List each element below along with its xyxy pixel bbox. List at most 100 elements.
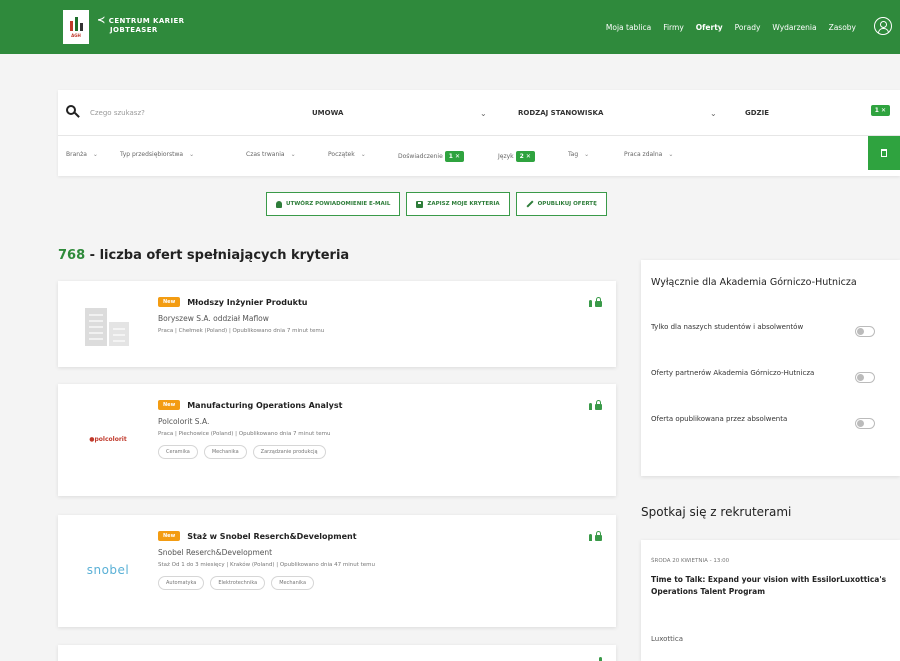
action-buttons: UTWÓRZ POWIADOMIENIE E-MAIL ZAPISZ MOJE … — [266, 192, 607, 216]
job-tags: Ceramika Mechanika Zarządzanie produkcją — [158, 445, 576, 459]
lock-icon — [595, 400, 602, 410]
nav-resources[interactable]: Zasoby — [829, 23, 856, 32]
job-tag[interactable]: Mechanika — [271, 576, 315, 590]
company-logo: ●polcolorit — [89, 435, 127, 443]
position-type-dropdown-label: RODZAJ STANOWISKA — [518, 109, 604, 117]
chevron-down-icon: ⌄ — [92, 151, 98, 158]
location-count-badge[interactable]: 1 ✕ — [870, 105, 890, 116]
job-meta: Praca | Chełmek (Poland) | Opublikowano … — [158, 328, 325, 334]
event-title[interactable]: Time to Talk: Expand your vision with Es… — [651, 574, 891, 598]
filter-language[interactable]: Język 2 ✕ — [498, 151, 535, 162]
chevron-down-icon: ⌄ — [668, 151, 674, 158]
pin-icon — [589, 533, 592, 541]
toggle-row: Oferty partnerów Akademia Górniczo-Hutni… — [651, 368, 891, 383]
results-count-text: - liczba ofert spełniających kryteria — [85, 248, 350, 263]
filter-tag[interactable]: Tag ⌄ — [568, 151, 589, 158]
search-icon[interactable] — [66, 105, 80, 119]
save-icon — [416, 200, 424, 208]
events-section-title: Spotkaj się z rekruterami — [641, 505, 792, 519]
toggle-switch[interactable] — [855, 326, 875, 337]
job-company: Snobel Reserch&Development — [158, 548, 273, 557]
filter-industry[interactable]: Branża ⌄ — [66, 151, 98, 158]
job-title[interactable]: Staż w Snobel Reserch&Development — [187, 532, 356, 541]
clear-filters-button[interactable] — [868, 136, 900, 170]
experience-count-badge[interactable]: 1 ✕ — [444, 151, 464, 162]
trash-icon — [881, 149, 887, 157]
toggle-row: Oferta opublikowana przez absolwenta — [651, 414, 891, 429]
brand-line1: CENTRUM KARIER — [108, 17, 185, 25]
agh-logo[interactable]: AGH — [63, 10, 89, 44]
brand-line2: JOBTEASER — [110, 26, 158, 34]
pen-icon — [526, 200, 534, 208]
chevron-down-icon: ⌄ — [189, 151, 195, 158]
nav-advice[interactable]: Porady — [735, 23, 761, 32]
location-field[interactable]: GDZIE — [745, 90, 825, 136]
job-icons — [589, 400, 602, 410]
job-card[interactable]: New Młodszy Inżynier Produktu Boryszew S… — [58, 281, 616, 367]
position-type-dropdown[interactable]: RODZAJ STANOWISKA ⌄ — [518, 90, 728, 136]
new-badge: New — [158, 400, 181, 410]
job-icons — [599, 657, 602, 661]
publish-offer-button[interactable]: OPUBLIKUJ OFERTĘ — [515, 192, 607, 216]
job-company: Polcolorit S.A. — [158, 417, 210, 426]
bell-icon — [276, 200, 282, 208]
job-title[interactable]: Manufacturing Operations Analyst — [187, 401, 342, 410]
job-tag[interactable]: Mechanika — [203, 445, 247, 459]
filter-duration[interactable]: Czas trwania ⌄ — [246, 151, 296, 158]
nav-offers[interactable]: Oferty — [696, 23, 723, 32]
results-count: 768 - liczba ofert spełniających kryteri… — [58, 248, 349, 263]
pin-icon — [599, 657, 602, 661]
filter-remote-work[interactable]: Praca zdalna ⌄ — [624, 151, 673, 158]
filter-row: Branża ⌄ Typ przedsiębiorstwa ⌄ Czas trwan… — [58, 136, 900, 176]
brand-name[interactable]: ≺ CENTRUM KARIER JOBTEASER — [97, 16, 184, 35]
job-card[interactable] — [58, 645, 616, 661]
search-row: UMOWA ⌄ RODZAJ STANOWISKA ⌄ GDZIE 1 ✕ — [58, 90, 900, 136]
company-logo: snobel — [86, 563, 130, 577]
filter-experience[interactable]: Doświadczenie 1 ✕ — [398, 151, 464, 162]
nav-my-board[interactable]: Moja tablica — [606, 23, 651, 32]
event-organizer: Luxottica — [651, 635, 683, 643]
user-account-icon[interactable] — [874, 17, 892, 35]
pin-icon — [589, 402, 592, 410]
job-tag[interactable]: Zarządzanie produkcją — [252, 445, 326, 459]
job-icons — [589, 297, 602, 307]
logo-bars-icon — [69, 16, 83, 31]
create-email-alert-button[interactable]: UTWÓRZ POWIADOMIENIE E-MAIL — [266, 192, 401, 216]
exclusive-panel-title: Wyłącznie dla Akademia Górniczo-Hutnicza — [651, 277, 857, 288]
nav-events[interactable]: Wydarzenia — [772, 23, 816, 32]
logo-text: AGH — [71, 32, 81, 38]
language-count-badge[interactable]: 2 ✕ — [515, 151, 535, 162]
toggle-label: Tylko dla naszych studentów i absolwentó… — [651, 323, 804, 331]
job-tags: Automatyka Elektrotechnika Mechanika — [158, 576, 576, 590]
search-input[interactable] — [90, 104, 290, 122]
toggle-switch[interactable] — [855, 418, 875, 429]
chevron-down-icon: ⌄ — [290, 151, 296, 158]
filter-company-type[interactable]: Typ przedsiębiorstwa ⌄ — [120, 151, 194, 158]
job-meta: Praca | Piechowice (Poland) | Opublikowa… — [158, 431, 331, 437]
job-card[interactable]: ●polcolorit New Manufacturing Operations… — [58, 384, 616, 496]
lock-icon — [595, 297, 602, 307]
contract-dropdown[interactable]: UMOWA ⌄ — [312, 90, 502, 136]
chevron-down-icon: ⌄ — [710, 108, 717, 118]
job-title[interactable]: Młodszy Inżynier Produktu — [187, 298, 307, 307]
save-criteria-button[interactable]: ZAPISZ MOJE KRYTERIA — [406, 192, 510, 216]
event-card[interactable]: ŚRODA 20 KWIETNIA - 13:00 Time to Talk: … — [641, 540, 900, 661]
location-field-label: GDZIE — [745, 109, 770, 117]
job-tag[interactable]: Automatyka — [158, 576, 205, 590]
toggle-row: Tylko dla naszych studentów i absolwentó… — [651, 322, 891, 337]
toggle-label: Oferta opublikowana przez absolwenta — [651, 415, 788, 423]
new-badge: New — [158, 531, 181, 541]
pin-icon — [589, 299, 592, 307]
toggle-switch[interactable] — [855, 372, 875, 383]
filter-start[interactable]: Początek ⌄ — [328, 151, 366, 158]
job-tag[interactable]: Elektrotechnika — [210, 576, 266, 590]
chevron-down-icon: ⌄ — [480, 108, 487, 118]
job-company: Boryszew S.A. oddział Maflow — [158, 314, 269, 323]
lock-icon — [595, 531, 602, 541]
job-tag[interactable]: Ceramika — [158, 445, 198, 459]
results-count-number: 768 — [58, 248, 86, 263]
chevron-down-icon: ⌄ — [584, 151, 590, 158]
job-card[interactable]: snobel New Staż w Snobel Reserch&Develop… — [58, 515, 616, 627]
brand-arrow-icon: ≺ — [97, 15, 106, 26]
nav-companies[interactable]: Firmy — [663, 23, 684, 32]
